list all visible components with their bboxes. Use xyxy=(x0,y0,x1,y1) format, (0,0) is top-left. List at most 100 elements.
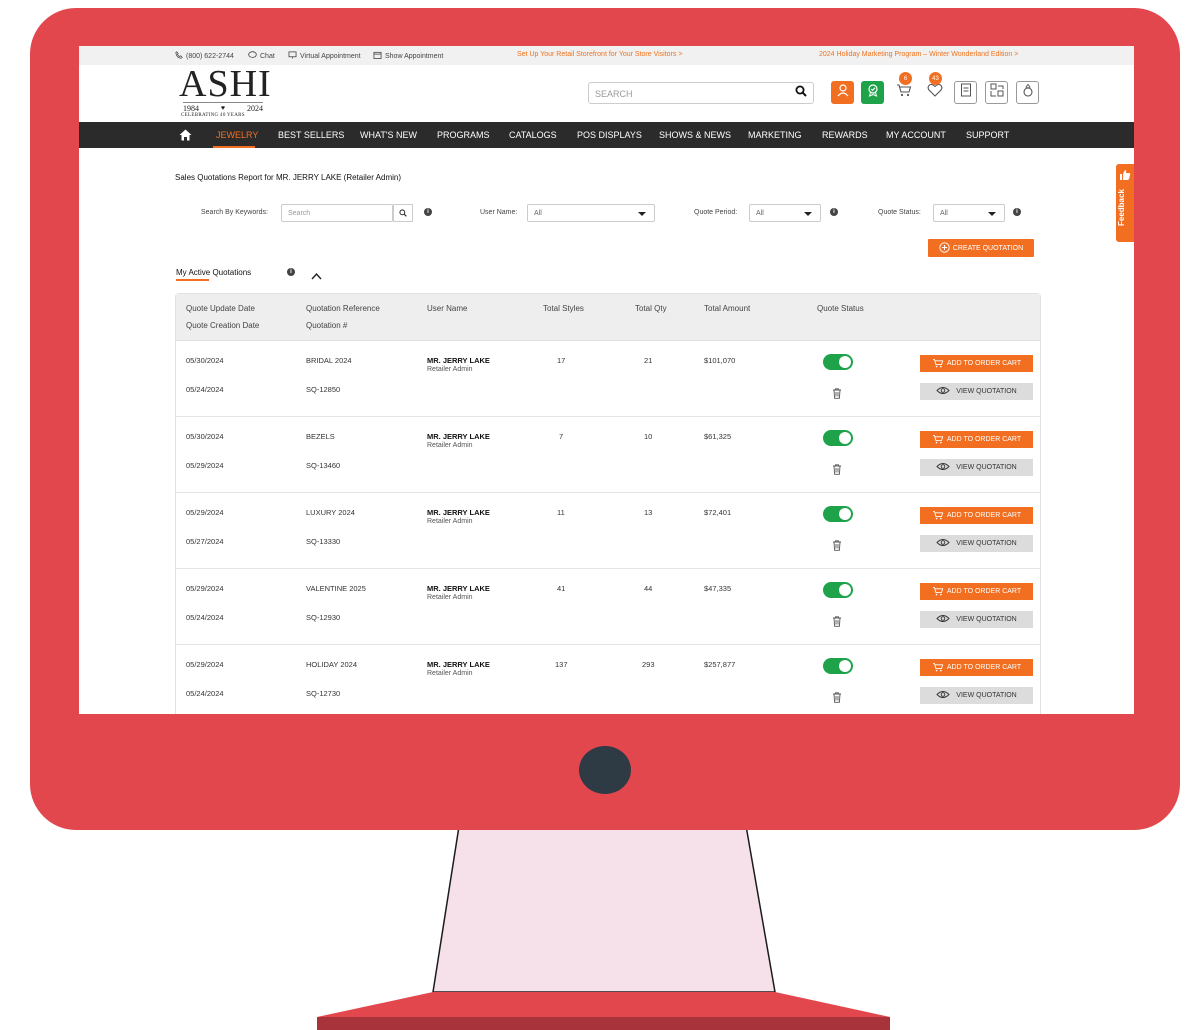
view-quotation-button[interactable]: VIEW QUOTATION xyxy=(920,459,1033,476)
eye-icon xyxy=(936,462,950,473)
quotation-reference[interactable]: BRIDAL 2024 xyxy=(306,356,352,365)
quotation-number[interactable]: SQ-12730 xyxy=(306,689,340,698)
header-update-date[interactable]: Quote Update Date xyxy=(186,304,255,313)
header-total-styles[interactable]: Total Styles xyxy=(543,304,584,313)
search-input[interactable]: SEARCH xyxy=(588,82,814,104)
nav-my-account[interactable]: MY ACCOUNT xyxy=(886,130,946,140)
header-reference[interactable]: Quotation Reference xyxy=(306,304,380,313)
total-styles: 41 xyxy=(557,584,566,593)
eye-icon xyxy=(936,614,950,625)
nav-shows-news[interactable]: SHOWS & NEWS xyxy=(659,130,731,140)
view-quotation-button[interactable]: VIEW QUOTATION xyxy=(920,687,1033,704)
header-quote-status[interactable]: Quote Status xyxy=(817,304,864,313)
quotation-number[interactable]: SQ-13460 xyxy=(306,461,340,470)
home-icon[interactable] xyxy=(179,128,192,146)
chevron-down-icon xyxy=(804,212,812,216)
chat-link[interactable]: Chat xyxy=(248,51,275,61)
trash-icon[interactable] xyxy=(832,462,842,480)
period-info-icon[interactable]: i xyxy=(830,208,838,216)
chevron-up-icon[interactable] xyxy=(311,267,322,285)
phone-link[interactable]: (800) 622-2744 xyxy=(175,51,234,61)
total-amount: $257,877 xyxy=(704,660,736,669)
quotation-number[interactable]: SQ-12850 xyxy=(306,385,340,394)
user-role: Retailer Admin xyxy=(427,442,473,449)
nav-support[interactable]: SUPPORT xyxy=(966,130,1009,140)
quotation-reference[interactable]: LUXURY 2024 xyxy=(306,508,355,517)
nav-programs[interactable]: PROGRAMS xyxy=(437,130,490,140)
feedback-tab[interactable]: Feedback xyxy=(1116,164,1134,242)
header-quotation-number[interactable]: Quotation # xyxy=(306,321,347,330)
add-to-order-cart-button[interactable]: ADD TO ORDER CART xyxy=(920,431,1033,448)
user-name-select[interactable]: All xyxy=(527,204,655,222)
trash-icon[interactable] xyxy=(832,690,842,708)
table-row: 05/29/2024 05/27/2024 LUXURY 2024 SQ-133… xyxy=(176,493,1040,569)
nav-marketing[interactable]: MARKETING xyxy=(748,130,802,140)
nav-jewelry[interactable]: JEWELRY xyxy=(216,130,258,140)
search-button[interactable] xyxy=(787,82,815,104)
header-total-amount[interactable]: Total Amount xyxy=(704,304,750,313)
cart-icon xyxy=(932,586,944,598)
view-quotation-button[interactable]: VIEW QUOTATION xyxy=(920,535,1033,552)
header-creation-date[interactable]: Quote Creation Date xyxy=(186,321,259,330)
user-role: Retailer Admin xyxy=(427,366,473,373)
quotation-number[interactable]: SQ-13330 xyxy=(306,537,340,546)
storefront-promo-link[interactable]: Set Up Your Retail Storefront for Your S… xyxy=(517,51,682,58)
trash-icon[interactable] xyxy=(832,538,842,556)
status-toggle[interactable] xyxy=(823,354,853,370)
status-toggle[interactable] xyxy=(823,582,853,598)
table-row: 05/30/2024 05/29/2024 BEZELS SQ-13460 MR… xyxy=(176,417,1040,493)
quote-status-select[interactable]: All xyxy=(933,204,1005,222)
nav-rewards[interactable]: REWARDS xyxy=(822,130,868,140)
user-name: MR. JERRY LAKE xyxy=(427,660,490,669)
ring-builder-button[interactable] xyxy=(1016,81,1039,104)
nav-best-sellers[interactable]: BEST SELLERS xyxy=(278,130,344,140)
add-to-order-cart-button[interactable]: ADD TO ORDER CART xyxy=(920,659,1033,676)
header-total-qty[interactable]: Total Qty xyxy=(635,304,667,313)
header-user-name[interactable]: User Name xyxy=(427,304,467,313)
trash-icon[interactable] xyxy=(832,614,842,632)
badge-icon xyxy=(866,83,880,102)
user-name: MR. JERRY LAKE xyxy=(427,432,490,441)
ashi-logo[interactable]: ASHI 1984 ♥ 2024 CELEBRATING 40 YEARS xyxy=(179,65,271,118)
holiday-program-link[interactable]: 2024 Holiday Marketing Program – Winter … xyxy=(819,51,1018,58)
quotation-reference[interactable]: VALENTINE 2025 xyxy=(306,584,366,593)
show-appointment-link[interactable]: Show Appointment xyxy=(373,51,443,61)
add-to-order-cart-button[interactable]: ADD TO ORDER CART xyxy=(920,583,1033,600)
chat-icon xyxy=(248,51,257,61)
add-to-order-cart-button[interactable]: ADD TO ORDER CART xyxy=(920,507,1033,524)
status-toggle[interactable] xyxy=(823,506,853,522)
keyword-search-input[interactable]: Search xyxy=(281,204,393,222)
quotation-reference[interactable]: HOLIDAY 2024 xyxy=(306,660,357,669)
plus-circle-icon xyxy=(939,241,950,255)
rewards-button[interactable] xyxy=(861,81,884,104)
nav-pos-displays[interactable]: POS DISPLAYS xyxy=(577,130,642,140)
user-role: Retailer Admin xyxy=(427,518,473,525)
account-button[interactable] xyxy=(831,81,854,104)
status-toggle[interactable] xyxy=(823,430,853,446)
trash-icon[interactable] xyxy=(832,386,842,404)
nav-catalogs[interactable]: CATALOGS xyxy=(509,130,557,140)
virtual-appointment-link[interactable]: Virtual Appointment xyxy=(288,51,361,61)
table-header: Quote Update Date Quote Creation Date Qu… xyxy=(176,294,1040,341)
nav-whats-new[interactable]: WHAT'S NEW xyxy=(360,130,417,140)
keyword-info-icon[interactable]: i xyxy=(424,208,432,216)
add-to-order-cart-button[interactable]: ADD TO ORDER CART xyxy=(920,355,1033,372)
create-quotation-button[interactable]: CREATE QUOTATION xyxy=(928,239,1034,257)
section-info-icon[interactable]: i xyxy=(287,268,295,276)
keyword-search-button[interactable] xyxy=(393,204,413,222)
table-row: 05/30/2024 05/24/2024 BRIDAL 2024 SQ-128… xyxy=(176,341,1040,417)
thumbs-up-icon xyxy=(1119,168,1131,186)
quotation-button[interactable] xyxy=(954,81,977,104)
wishlist-count-badge: 43 xyxy=(929,72,942,85)
quotation-reference[interactable]: BEZELS xyxy=(306,432,335,441)
quotation-number[interactable]: SQ-12930 xyxy=(306,613,340,622)
quote-period-select[interactable]: All xyxy=(749,204,821,222)
status-info-icon[interactable]: i xyxy=(1013,208,1021,216)
power-button xyxy=(579,746,631,794)
status-toggle[interactable] xyxy=(823,658,853,674)
view-quotation-button[interactable]: VIEW QUOTATION xyxy=(920,383,1033,400)
compare-button[interactable] xyxy=(985,81,1008,104)
total-styles: 7 xyxy=(559,432,564,441)
view-quotation-button[interactable]: VIEW QUOTATION xyxy=(920,611,1033,628)
user-name: MR. JERRY LAKE xyxy=(427,584,490,593)
